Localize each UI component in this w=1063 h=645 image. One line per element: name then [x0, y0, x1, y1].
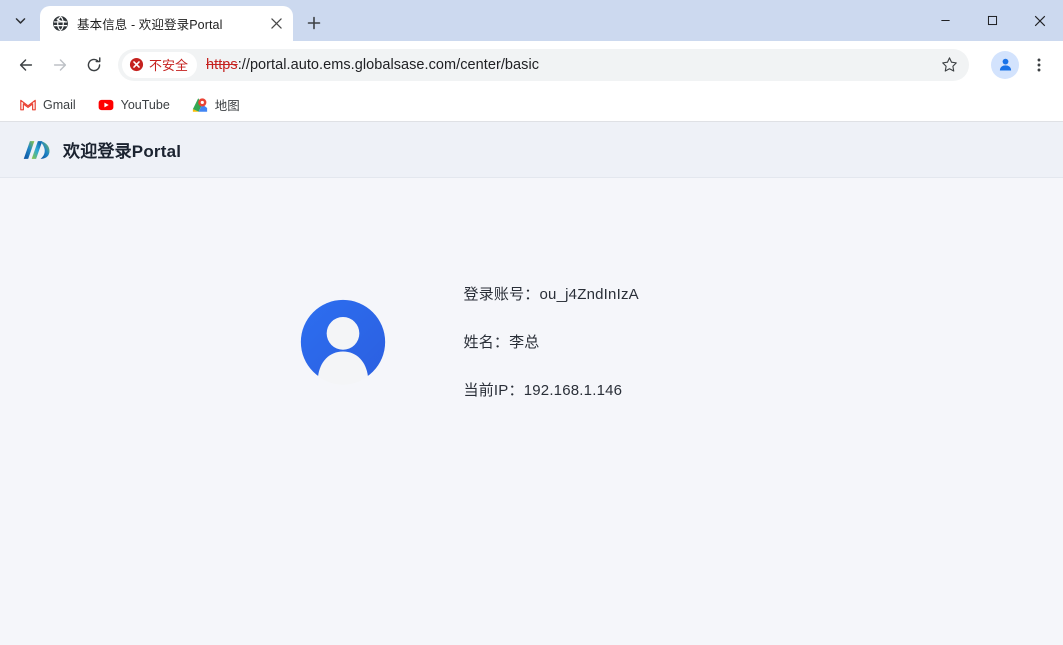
bookmark-label: YouTube	[120, 97, 170, 112]
user-avatar-icon	[300, 299, 385, 385]
three-dot-menu-icon	[1037, 58, 1041, 71]
browser-menu-button[interactable]	[1025, 49, 1053, 81]
close-icon	[1034, 15, 1045, 26]
profile-field-value: ou_j4ZndInIzA	[539, 286, 639, 303]
url-scheme: https	[206, 56, 238, 73]
window-close-button[interactable]	[1016, 0, 1063, 41]
browser-tab[interactable]: 基本信息 - 欢迎登录Portal	[40, 6, 293, 41]
bookmark-star-button[interactable]	[935, 51, 963, 79]
browser-toolbar: 不安全 https://portal.auto.ems.globalsase.c…	[0, 41, 1063, 88]
bookmarks-bar: Gmail YouTube 地图	[0, 88, 1063, 122]
bookmark-youtube[interactable]: YouTube	[90, 92, 178, 118]
security-status-label: 不安全	[149, 58, 189, 73]
new-tab-button[interactable]	[299, 8, 329, 38]
arrow-left-icon	[19, 58, 33, 71]
profile-field-label: 登录账号：	[463, 286, 540, 303]
minimize-icon	[941, 19, 950, 22]
window-controls	[922, 0, 1063, 41]
tab-search-container	[0, 0, 40, 41]
google-maps-icon	[192, 97, 207, 112]
bookmark-maps[interactable]: 地图	[184, 92, 248, 118]
tab-close-button[interactable]	[265, 13, 287, 35]
tab-search-button[interactable]	[7, 8, 33, 34]
profile-field-label: 姓名：	[463, 334, 510, 351]
youtube-icon	[98, 99, 114, 110]
bookmark-label: Gmail	[43, 97, 76, 112]
back-button[interactable]	[10, 49, 42, 81]
reload-button[interactable]	[78, 49, 110, 81]
chevron-down-icon	[15, 18, 25, 24]
reload-icon	[87, 56, 101, 71]
url-text: https://portal.auto.ems.globalsase.com/c…	[206, 57, 539, 73]
portal-logo-icon	[23, 140, 50, 159]
browser-window: 基本信息 - 欢迎登录Portal 不安全 https://portal.aut…	[0, 0, 1063, 645]
site-header: 欢迎登录Portal	[0, 122, 1063, 178]
profile-field-account: 登录账号：ou_j4ZndInIzA	[464, 283, 764, 304]
maximize-icon	[987, 15, 998, 26]
profile-section: 登录账号：ou_j4ZndInIzA 姓名：李总 当前IP：192.168.1.…	[0, 283, 1063, 400]
profile-field-value: 192.168.1.146	[523, 382, 623, 399]
profile-info-list: 登录账号：ou_j4ZndInIzA 姓名：李总 当前IP：192.168.1.…	[464, 283, 764, 400]
profile-field-label: 当前IP：	[463, 382, 524, 399]
globe-icon	[53, 15, 68, 32]
star-icon	[941, 57, 957, 72]
bookmark-gmail[interactable]: Gmail	[12, 92, 84, 118]
account-avatar-icon	[999, 58, 1011, 71]
window-minimize-button[interactable]	[922, 0, 969, 41]
browser-titlebar: 基本信息 - 欢迎登录Portal	[0, 0, 1063, 41]
gmail-icon	[20, 99, 36, 110]
plus-icon	[307, 16, 321, 30]
not-secure-icon	[129, 57, 144, 72]
profile-field-name: 姓名：李总	[464, 331, 764, 352]
site-title: 欢迎登录Portal	[63, 142, 182, 161]
security-status-chip[interactable]: 不安全	[122, 51, 198, 78]
page-body: 登录账号：ou_j4ZndInIzA 姓名：李总 当前IP：192.168.1.…	[0, 178, 1063, 644]
address-bar[interactable]: 不安全 https://portal.auto.ems.globalsase.c…	[118, 48, 969, 81]
close-icon	[270, 18, 282, 29]
url-rest: ://portal.auto.ems.globalsase.com/center…	[237, 56, 540, 73]
window-maximize-button[interactable]	[969, 0, 1016, 41]
page-viewport: 欢迎登录Portal 登录账号：ou_j4ZndInIzA 姓名：李总 当前IP…	[0, 122, 1063, 645]
tab-title: 基本信息 - 欢迎登录Portal	[77, 18, 223, 32]
bookmark-label: 地图	[214, 99, 240, 113]
browser-profile-button[interactable]	[991, 50, 1019, 79]
profile-field-ip: 当前IP：192.168.1.146	[464, 379, 764, 400]
arrow-right-icon	[53, 58, 67, 71]
profile-field-value: 李总	[509, 334, 540, 351]
forward-button[interactable]	[44, 49, 76, 81]
